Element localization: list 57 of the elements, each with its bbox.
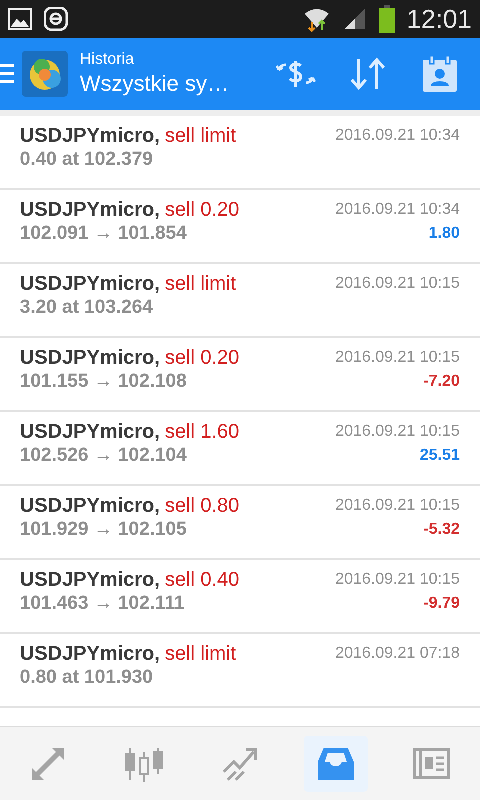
price-change-text: 102.526 → 102.104 (20, 444, 188, 468)
timestamp-text: 2016.09.21 07:18 (335, 644, 460, 664)
calendar-person-icon (423, 56, 457, 92)
nav-tab[interactable] (304, 736, 368, 792)
price-change-text: 102.091 → 101.854 (20, 222, 188, 246)
timestamp-text: 2016.09.21 10:15 (335, 422, 460, 442)
history-row[interactable]: USDJPYmicro, sell 0.80 101.929 → 102.105 2016.09.21 10:15 -5.32 (0, 486, 480, 560)
order-type-label: sell 0.80 (165, 494, 240, 518)
symbol-label: USDJPYmicro, (20, 272, 160, 296)
order-type-label: sell limit (165, 124, 236, 148)
price-change-text: 101.463 → 102.111 (20, 592, 186, 616)
price-change-text: 101.929 → 102.105 (20, 518, 188, 542)
history-row[interactable]: USDJPYmicro, sell limit 0.80 at 101.930 2016.09.21 07:18 (0, 634, 480, 708)
order-type-label: sell 0.20 (165, 198, 240, 222)
symbol-label: USDJPYmicro, (20, 420, 160, 444)
symbol-label: USDJPYmicro, (20, 494, 160, 518)
history-row[interactable]: USDJPYmicro, sell 0.20 102.091 → 101.854 2016.09.21 10:34 1.80 (0, 190, 480, 264)
e-badge-icon (44, 7, 68, 31)
order-type-label: sell 0.40 (165, 568, 240, 592)
symbol-label: USDJPYmicro, (20, 124, 160, 148)
history-row[interactable]: USDJPYmicro, sell 1.60 102.526 → 102.104 2016.09.21 10:15 25.51 (0, 412, 480, 486)
symbol-label: USDJPYmicro, (20, 642, 160, 666)
profit-text: -5.32 (424, 520, 460, 540)
header-title: Wszystkie sy… (80, 70, 230, 98)
order-type-label: sell 1.60 (165, 420, 240, 444)
history-row[interactable]: USDJPYmicro, sell 0.20 101.155 → 102.108 2016.09.21 10:15 -7.20 (0, 338, 480, 412)
volume-price-text: 3.20 at 103.264 (20, 296, 154, 320)
status-time: 12:01 (406, 2, 472, 36)
history-row[interactable]: USDJPYmicro, sell 0.40 101.463 → 102.111 2016.09.21 10:15 -9.79 (0, 560, 480, 634)
price-change-text: 101.155 → 102.108 (20, 370, 188, 394)
timestamp-text: 2016.09.21 10:15 (335, 274, 460, 294)
order-type-label: sell limit (165, 642, 236, 666)
symbol-label: USDJPYmicro, (20, 346, 160, 370)
volume-price-text: 0.80 at 101.930 (20, 666, 154, 690)
profit-text: -9.79 (424, 594, 460, 614)
profit-text: 1.80 (428, 224, 460, 244)
image-icon (8, 8, 32, 30)
timestamp-text: 2016.09.21 10:34 (335, 200, 460, 220)
signal-icon (342, 7, 367, 31)
profit-text: 25.51 (420, 446, 460, 466)
profit-text: -7.20 (424, 372, 460, 392)
history-row[interactable]: USDJPYmicro, sell limit 3.20 at 103.264 2016.09.21 10:15 (0, 264, 480, 338)
symbol-label: USDJPYmicro, (20, 568, 160, 592)
history-row[interactable]: USDJPYmicro, sell limit 0.40 at 102.379 2016.09.21 10:34 (0, 116, 480, 190)
volume-price-text: 0.40 at 102.379 (20, 148, 154, 172)
timestamp-text: 2016.09.21 10:15 (335, 570, 460, 590)
timestamp-text: 2016.09.21 10:15 (335, 496, 460, 516)
timestamp-text: 2016.09.21 10:15 (335, 348, 460, 368)
header-subtitle: Historia (80, 50, 136, 70)
menu-icon (0, 63, 14, 85)
battery-icon (378, 5, 395, 33)
symbol-label: USDJPYmicro, (20, 198, 160, 222)
order-type-label: sell 0.20 (165, 346, 240, 370)
app-logo-icon (22, 51, 68, 97)
sort-arrows-icon (349, 56, 387, 92)
order-type-label: sell limit (165, 272, 236, 296)
timestamp-text: 2016.09.21 10:34 (335, 126, 460, 146)
